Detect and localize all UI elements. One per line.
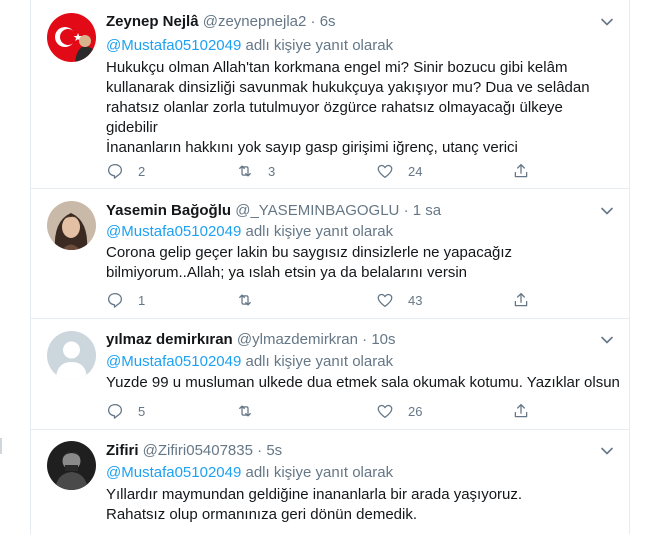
tweet-text-line: bilmiyorum..Allah; ya ıslah etsin ya da … bbox=[106, 264, 467, 281]
tweet-text-line: İnananların hakkını yok sayıp gasp giriş… bbox=[106, 139, 518, 156]
tweet-text-line: Rahatsız olup ormanınıza geri dönün deme… bbox=[106, 506, 418, 523]
tweet-text-line: Hukukçu olman Allah'tan korkmana engel m… bbox=[106, 59, 568, 76]
replying-to: @Mustafa05102049 adlı kişiye yanıt olara… bbox=[106, 222, 393, 242]
retweet-icon bbox=[236, 291, 254, 309]
retweet-count: 3 bbox=[268, 163, 276, 179]
tweet-text-line: gidebilir bbox=[106, 119, 158, 136]
tweet-text-line: Yıllardır maymundan geldiğine inananlarl… bbox=[106, 486, 523, 503]
like-count: 26 bbox=[408, 403, 423, 419]
reply-count: 1 bbox=[138, 292, 146, 308]
retweet-icon bbox=[236, 162, 254, 180]
timestamp[interactable]: 1 sa bbox=[413, 202, 441, 219]
tweet-text: Corona gelip geçer lakin bu saygısız din… bbox=[106, 243, 616, 283]
tweet-zifiri[interactable]: Zifiri @Zifiri05407835 · 5s @Mustafa0510… bbox=[31, 430, 629, 534]
retweet-button[interactable]: 3 bbox=[236, 161, 275, 181]
share-icon bbox=[512, 162, 530, 180]
retweet-icon bbox=[236, 402, 254, 420]
retweet-button[interactable] bbox=[236, 401, 268, 421]
tweet-text-line: Yuzde 99 u musluman ulkede dua etmek sal… bbox=[106, 374, 620, 391]
replying-to: @Mustafa05102049 adlı kişiye yanıt olara… bbox=[106, 36, 393, 56]
timestamp[interactable]: 10s bbox=[371, 331, 395, 348]
replying-to-label: adlı kişiye yanıt olarak bbox=[245, 353, 394, 370]
chevron-down-icon[interactable] bbox=[599, 443, 615, 459]
tweet-yasemin[interactable]: Yasemin Bağoğlu @_YASEMINBAGOGLU · 1 sa … bbox=[31, 189, 629, 319]
retweet-button[interactable] bbox=[236, 290, 268, 310]
separator-dot: · bbox=[310, 13, 316, 30]
tweet-zeynep[interactable]: Zeynep Nejlâ @zeynepnejla2 · 6s @Mustafa… bbox=[31, 0, 629, 189]
replying-to: @Mustafa05102049 adlı kişiye yanıt olara… bbox=[106, 352, 393, 372]
tweet-text: Yuzde 99 u musluman ulkede dua etmek sal… bbox=[106, 373, 620, 393]
reply-icon bbox=[106, 402, 124, 420]
user-handle[interactable]: @zeynepnejla2 bbox=[203, 13, 307, 30]
replying-to: @Mustafa05102049 adlı kişiye yanıt olara… bbox=[106, 463, 393, 483]
tweet-actions: 2 3 24 bbox=[106, 161, 556, 181]
tweet-header: Zifiri @Zifiri05407835 · 5s bbox=[106, 441, 282, 461]
like-count: 24 bbox=[408, 163, 423, 179]
share-button[interactable] bbox=[512, 290, 530, 310]
reply-button[interactable]: 2 bbox=[106, 161, 145, 181]
reply-icon bbox=[106, 291, 124, 309]
separator-dot: · bbox=[403, 202, 409, 219]
like-button[interactable]: 43 bbox=[376, 290, 422, 310]
reply-count: 5 bbox=[138, 403, 146, 419]
separator-dot: · bbox=[362, 331, 368, 348]
reply-icon bbox=[106, 162, 124, 180]
tweet-header: Yasemin Bağoğlu @_YASEMINBAGOGLU · 1 sa bbox=[106, 201, 441, 221]
display-name[interactable]: Zeynep Nejlâ bbox=[106, 13, 199, 30]
tweet-actions: 5 26 bbox=[106, 401, 556, 421]
replying-to-label: adlı kişiye yanıt olarak bbox=[245, 37, 394, 54]
window-edge-mark bbox=[0, 438, 2, 454]
mention-link[interactable]: @Mustafa05102049 bbox=[106, 464, 241, 481]
tweet-yilmaz[interactable]: yılmaz demirkıran @ylmazdemirkran · 10s … bbox=[31, 319, 629, 430]
tweet-text: Yıllardır maymundan geldiğine inananlarl… bbox=[106, 485, 616, 525]
like-icon bbox=[376, 162, 394, 180]
reply-timeline: Zeynep Nejlâ @zeynepnejla2 · 6s @Mustafa… bbox=[30, 0, 630, 534]
share-button[interactable] bbox=[512, 161, 530, 181]
tweet-actions: 1 43 bbox=[106, 290, 556, 310]
chevron-down-icon[interactable] bbox=[599, 14, 615, 30]
avatar[interactable] bbox=[47, 441, 96, 490]
chevron-down-icon[interactable] bbox=[599, 203, 615, 219]
user-handle[interactable]: @_YASEMINBAGOGLU bbox=[235, 202, 399, 219]
display-name[interactable]: Yasemin Bağoğlu bbox=[106, 202, 231, 219]
tweet-text-line: kullanarak dinsizliği savunmak hukukçuya… bbox=[106, 79, 590, 96]
share-icon bbox=[512, 402, 530, 420]
mention-link[interactable]: @Mustafa05102049 bbox=[106, 223, 241, 240]
share-button[interactable] bbox=[512, 401, 530, 421]
like-icon bbox=[376, 402, 394, 420]
like-icon bbox=[376, 291, 394, 309]
separator-dot: · bbox=[257, 442, 263, 459]
avatar[interactable] bbox=[47, 13, 96, 62]
reply-button[interactable]: 1 bbox=[106, 290, 145, 310]
replying-to-label: adlı kişiye yanıt olarak bbox=[245, 223, 394, 240]
tweet-text-line: Corona gelip geçer lakin bu saygısız din… bbox=[106, 244, 513, 261]
replying-to-label: adlı kişiye yanıt olarak bbox=[245, 464, 394, 481]
tweet-header: yılmaz demirkıran @ylmazdemirkran · 10s bbox=[106, 330, 396, 350]
tweet-text: Hukukçu olman Allah'tan korkmana engel m… bbox=[106, 58, 616, 158]
display-name[interactable]: Zifiri bbox=[106, 442, 139, 459]
share-icon bbox=[512, 291, 530, 309]
tweet-header: Zeynep Nejlâ @zeynepnejla2 · 6s bbox=[106, 12, 336, 32]
reply-button[interactable]: 5 bbox=[106, 401, 145, 421]
like-count: 43 bbox=[408, 292, 423, 308]
mention-link[interactable]: @Mustafa05102049 bbox=[106, 37, 241, 54]
user-handle[interactable]: @ylmazdemirkran bbox=[237, 331, 358, 348]
chevron-down-icon[interactable] bbox=[599, 332, 615, 348]
avatar[interactable] bbox=[47, 201, 96, 250]
display-name[interactable]: yılmaz demirkıran bbox=[106, 331, 233, 348]
like-button[interactable]: 26 bbox=[376, 401, 422, 421]
like-button[interactable]: 24 bbox=[376, 161, 422, 181]
reply-count: 2 bbox=[138, 163, 146, 179]
timestamp[interactable]: 6s bbox=[320, 13, 336, 30]
mention-link[interactable]: @Mustafa05102049 bbox=[106, 353, 241, 370]
timestamp[interactable]: 5s bbox=[266, 442, 282, 459]
tweet-text-line: rahatsız olanlar zorla tutulmuyor özgürc… bbox=[106, 99, 563, 116]
avatar[interactable] bbox=[47, 331, 96, 380]
user-handle[interactable]: @Zifiri05407835 bbox=[143, 442, 253, 459]
